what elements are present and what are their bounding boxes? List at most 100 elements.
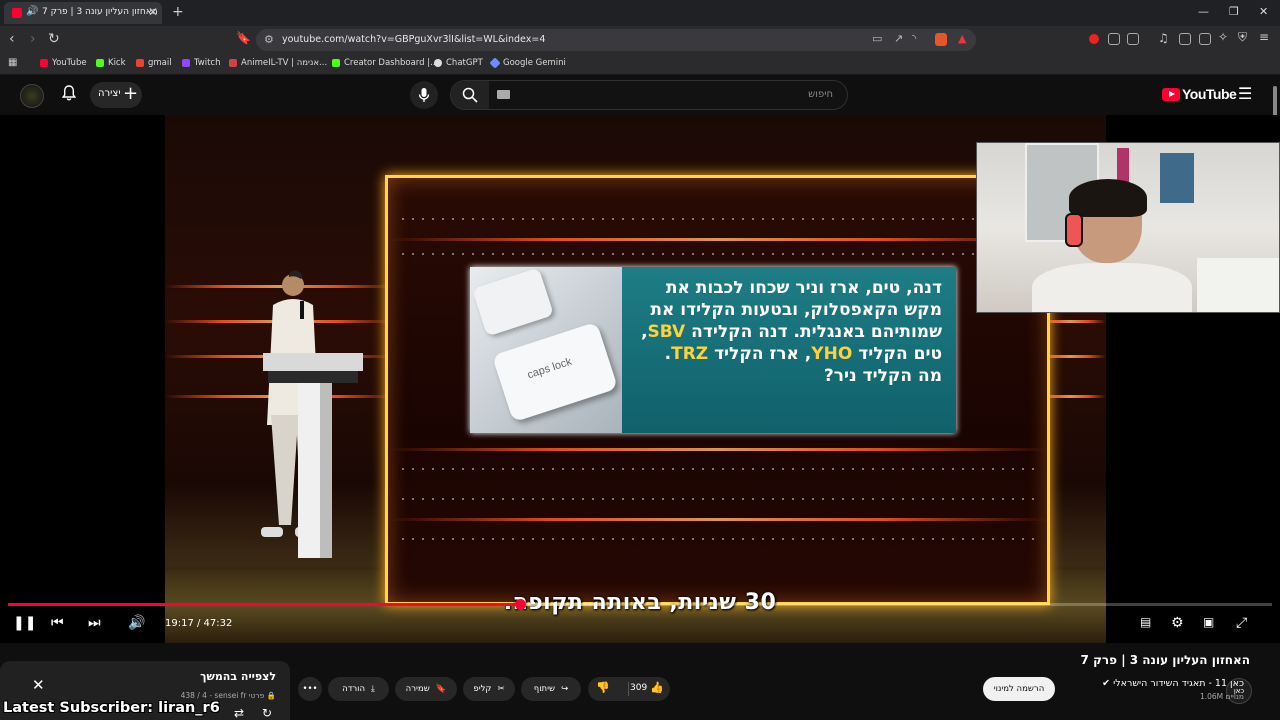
share-button[interactable]: שיתוף ↪ xyxy=(521,677,581,701)
video-player[interactable]: caps lock דנה, טים, ארז וניר שכחו לכבות … xyxy=(0,115,1280,643)
shuffle-icon[interactable]: ⇄ xyxy=(234,706,244,720)
window-close-icon[interactable]: ✕ xyxy=(1259,5,1268,18)
bookmark-icon[interactable]: 🔖 xyxy=(236,31,251,45)
maximize-icon[interactable]: ❐ xyxy=(1229,5,1239,18)
lock-icon: 🔒 xyxy=(266,691,276,700)
subscribe-button[interactable]: הרשמה למינוי xyxy=(983,677,1055,701)
voice-search-button[interactable] xyxy=(410,81,438,109)
speaker-icon[interactable]: 🔊 xyxy=(26,6,38,17)
extensions-icon[interactable] xyxy=(1108,33,1120,45)
create-label: יצירה xyxy=(98,88,121,99)
brave-rewards-icon[interactable]: ▲ xyxy=(958,32,966,45)
animeil-icon xyxy=(229,59,237,67)
headset-icon xyxy=(1065,213,1083,247)
plus-icon: + xyxy=(123,83,139,104)
cast-icon[interactable]: ▭ xyxy=(872,32,882,45)
new-tab-icon[interactable]: + xyxy=(172,4,184,20)
like-dislike-group: 👎 309 👍 xyxy=(588,677,670,701)
played-bar xyxy=(8,603,520,606)
youtube-logo[interactable]: YouTube xyxy=(1162,86,1237,102)
save-button[interactable]: שמירה 🔖 xyxy=(395,677,457,701)
kick-icon xyxy=(96,59,104,67)
share-page-icon[interactable]: ↗ xyxy=(894,32,903,45)
bookmark-creator-dashboard[interactable]: Creator Dashboard |... xyxy=(332,58,438,68)
question-text-box: דנה, טים, ארז וניר שכחו לכבות את מקש הקא… xyxy=(622,267,956,433)
pause-icon[interactable]: ❚❚ xyxy=(13,615,36,631)
playlist-title[interactable]: לצפייה בהמשך xyxy=(200,670,276,683)
more-actions-icon[interactable]: ••• xyxy=(298,677,322,701)
screen-dots xyxy=(398,218,1038,220)
like-count[interactable]: 309 xyxy=(630,683,647,693)
search-box[interactable]: חיפוש xyxy=(450,80,848,110)
bookmark-youtube[interactable]: YouTube xyxy=(40,58,87,68)
site-settings-icon[interactable]: ⚙ xyxy=(264,33,274,46)
browser-tab[interactable]: 🔊 האחזון העליון עונה 3 | פרק 7 ✕ xyxy=(4,2,162,24)
back-icon[interactable]: ‹ xyxy=(9,31,15,47)
like-icon[interactable]: 👍 xyxy=(650,681,664,694)
screen-dots xyxy=(398,538,1038,540)
channel-name[interactable]: כאן 11 - תאגיד השידור הישראלי ✔ xyxy=(1102,678,1244,689)
settings-gear-icon[interactable]: ⚙ xyxy=(1171,615,1184,631)
streamer-shirt xyxy=(1032,263,1192,312)
record-icon[interactable] xyxy=(1089,34,1099,44)
extension-icon[interactable] xyxy=(1127,33,1139,45)
volume-icon[interactable]: 🔊 xyxy=(128,615,145,631)
bookmark-chatgpt[interactable]: ChatGPT xyxy=(434,58,483,68)
progress-bar[interactable] xyxy=(8,599,1272,610)
kick-icon xyxy=(332,59,340,67)
leo-icon[interactable]: ✧ xyxy=(1218,30,1228,44)
video-title: האחזון העליון עונה 3 | פרק 7 xyxy=(1080,653,1250,667)
bookmark-twitch[interactable]: Twitch xyxy=(182,58,221,68)
bed xyxy=(1197,258,1279,312)
browser-menu-icon[interactable]: ≡ xyxy=(1259,30,1269,44)
bookmark-gemini[interactable]: Google Gemini xyxy=(489,57,566,69)
minimize-icon[interactable]: — xyxy=(1198,5,1209,18)
tab-title: האחזון העליון עונה 3 | פרק 7 xyxy=(42,7,158,17)
search-button[interactable] xyxy=(451,81,489,109)
create-button[interactable]: יצירה + xyxy=(90,82,142,108)
download-icon: ⤓ xyxy=(371,684,375,694)
clip-button[interactable]: קליפ ✂ xyxy=(463,677,515,701)
keyboard-icon[interactable] xyxy=(497,90,510,99)
avatar[interactable] xyxy=(20,84,44,108)
notifications-bell-icon[interactable] xyxy=(61,85,77,105)
reload-icon[interactable]: ↻ xyxy=(48,31,60,47)
brave-shield-icon[interactable] xyxy=(935,33,947,46)
forward-icon[interactable]: › xyxy=(30,31,36,47)
dislike-icon[interactable]: 👎 xyxy=(596,681,610,694)
media-icon[interactable]: ♫ xyxy=(1158,31,1169,45)
miniplayer-icon[interactable]: ▣ xyxy=(1203,615,1214,629)
twitch-icon xyxy=(182,59,190,67)
captions-icon[interactable]: ▤ xyxy=(1140,615,1151,629)
bookmark-kick[interactable]: Kick xyxy=(96,58,126,68)
sidebar-icon[interactable] xyxy=(1179,33,1191,45)
screen-light-stripe xyxy=(388,238,1048,241)
rss-icon[interactable]: ◝ xyxy=(912,32,916,45)
bookmark-gmail[interactable]: gmail xyxy=(136,58,172,68)
previous-icon[interactable]: ⏮ xyxy=(51,615,64,631)
bookmarks-bar: ▦ YouTube Kick gmail Twitch AnimeIL-TV |… xyxy=(0,54,1280,75)
bookmark-save-icon: 🔖 xyxy=(435,684,447,694)
address-bar[interactable]: ⚙ youtube.com/watch?v=GBPguXvr3lI&list=W… xyxy=(256,29,976,51)
youtube-header: יצירה + חיפוש YouTube ☰ xyxy=(0,75,1280,115)
apps-grid-icon[interactable]: ▦ xyxy=(8,57,17,68)
microphone-icon xyxy=(418,88,430,102)
close-tab-icon[interactable]: ✕ xyxy=(148,5,158,19)
youtube-favicon-icon xyxy=(12,8,22,18)
next-icon[interactable]: ⏭ xyxy=(88,615,101,631)
search-icon xyxy=(462,87,478,103)
loop-icon[interactable]: ↻ xyxy=(262,706,272,720)
hamburger-menu-icon[interactable]: ☰ xyxy=(1238,84,1252,103)
scrubber-handle[interactable] xyxy=(514,599,526,610)
bookmark-animeil[interactable]: AnimeIL-TV | אנימה... xyxy=(229,58,327,68)
subscriber-count: 1.06M מנויים xyxy=(1199,692,1244,701)
search-input[interactable]: חיפוש xyxy=(808,89,833,100)
caps-lock-key: caps lock xyxy=(491,321,619,423)
streamer-hair xyxy=(1069,179,1147,217)
close-icon[interactable]: ✕ xyxy=(32,676,45,694)
question-card: caps lock דנה, טים, ארז וניר שכחו לכבות … xyxy=(470,267,956,433)
wallet-icon[interactable] xyxy=(1199,33,1211,45)
fullscreen-icon[interactable]: ⤢ xyxy=(1236,615,1247,631)
vpn-icon[interactable]: ⛨ xyxy=(1238,30,1247,45)
download-button[interactable]: הורדה ⤓ xyxy=(328,677,389,701)
